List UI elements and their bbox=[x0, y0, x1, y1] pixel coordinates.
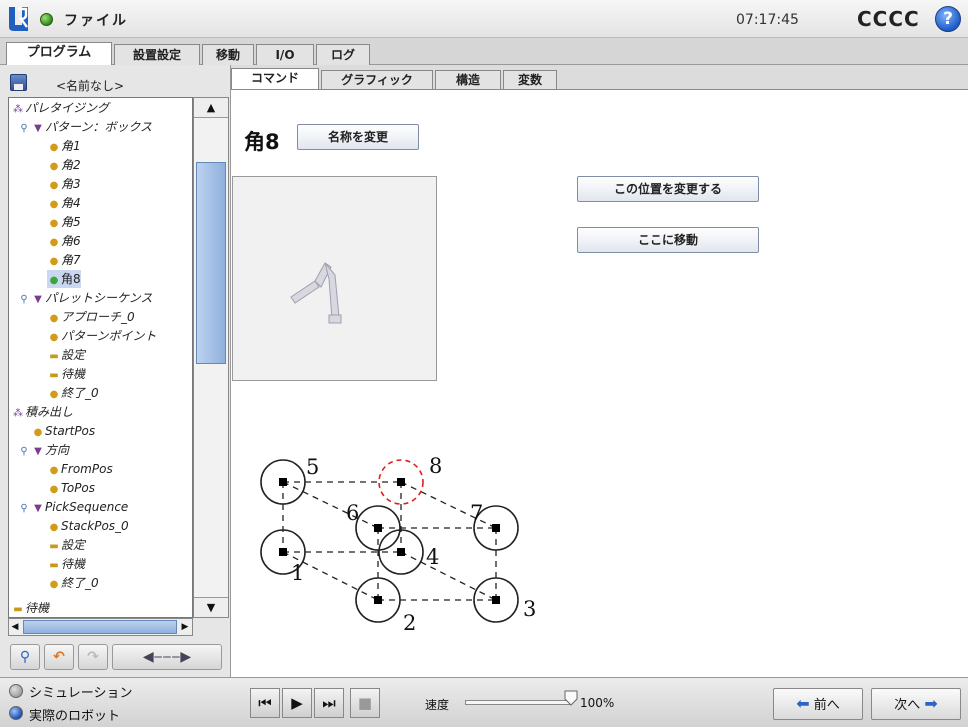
scroll-down-icon[interactable]: ▼ bbox=[194, 597, 228, 617]
tree-node[interactable]: ⚲ ▼ パレットシーケンス bbox=[17, 289, 152, 307]
tab-graphics[interactable]: グラフィック bbox=[321, 70, 433, 89]
tree-node[interactable]: ▬ 設定 bbox=[47, 346, 85, 364]
simulation-label: シミュレーション bbox=[29, 686, 133, 701]
tab-io[interactable]: I/O bbox=[256, 44, 314, 65]
tree-node[interactable]: ● ToPos bbox=[47, 479, 95, 497]
undo-icon[interactable]: ↶ bbox=[44, 644, 74, 670]
corner-label: 2 bbox=[403, 611, 416, 632]
tree-node[interactable]: ▬ 待機 bbox=[47, 555, 85, 573]
program-tree: ⁂ パレタイジング ⚲ ▼ パターン：ボックス ● 角1 ● 角2 ● 角3 ● 角4 ● 角5… bbox=[8, 97, 193, 618]
scroll-up-icon[interactable]: ▲ bbox=[194, 98, 228, 118]
bottom-bar: シミュレーション 実際のロボット ⏮ ▶ ⏭ ■ 速度 100% ⬅ 前へ 次へ… bbox=[0, 677, 968, 727]
program-header: <名前なし> bbox=[4, 71, 226, 95]
corner-label: 5 bbox=[306, 455, 319, 479]
save-icon[interactable] bbox=[10, 74, 27, 91]
corner-label: 1 bbox=[291, 561, 304, 585]
tree-node[interactable]: ● 角6 bbox=[47, 232, 81, 250]
tree-node[interactable]: ● 終了_0 bbox=[47, 384, 99, 402]
rename-button[interactable]: 名称を変更 bbox=[297, 124, 419, 150]
tab-log[interactable]: ログ bbox=[316, 44, 370, 65]
tree-node[interactable]: ● 角2 bbox=[47, 156, 81, 174]
speed-slider-thumb[interactable] bbox=[563, 690, 579, 706]
search-icon[interactable]: ⚲ bbox=[10, 644, 40, 670]
tree-node[interactable]: ⚲ ▼ 方向 bbox=[17, 441, 69, 459]
command-panel: コマンド グラフィック 構造 変数 角8 名称を変更 この位置を変更する ここに… bbox=[231, 65, 968, 677]
simulation-radio[interactable] bbox=[9, 684, 23, 698]
scroll-right-icon[interactable]: ▶ bbox=[179, 619, 191, 635]
tree-node[interactable]: ▬ 待機 bbox=[47, 365, 85, 383]
speed-label: 速度 bbox=[425, 698, 450, 712]
tree-node[interactable]: ● StartPos bbox=[31, 422, 96, 440]
tree-node[interactable]: ● アプローチ_0 bbox=[47, 308, 135, 326]
tab-variables[interactable]: 変数 bbox=[503, 70, 557, 89]
corner-label: 8 bbox=[429, 454, 442, 478]
tree-node[interactable]: ⚲ ▼ パターン：ボックス bbox=[17, 118, 152, 136]
skip-to-start-icon[interactable]: ⏮ bbox=[250, 688, 280, 718]
program-name: <名前なし> bbox=[56, 79, 125, 93]
play-icon[interactable]: ▶ bbox=[282, 688, 312, 718]
corner-label: 3 bbox=[523, 597, 536, 621]
tree-node[interactable]: ● 角4 bbox=[47, 194, 81, 212]
tab-program[interactable]: プログラム bbox=[6, 42, 112, 66]
scroll-thumb[interactable] bbox=[23, 620, 177, 634]
tree-node[interactable]: ● 角1 bbox=[47, 137, 81, 155]
top-bar: ファイル 07:17:45 CCCC ? bbox=[0, 0, 968, 38]
program-tree-panel: <名前なし> ⁂ パレタイジング ⚲ ▼ パターン：ボックス ● 角1 ● 角2 ● 角3 … bbox=[0, 65, 231, 677]
tree-node[interactable]: ● FromPos bbox=[47, 460, 113, 478]
tree-node[interactable]: ● 角7 bbox=[47, 251, 81, 269]
tree-horizontal-scrollbar[interactable]: ◀ ▶ bbox=[8, 618, 193, 636]
arrow-right-icon: ➡ bbox=[924, 694, 938, 713]
help-icon[interactable]: ? bbox=[935, 6, 961, 32]
robot-3d-view[interactable] bbox=[232, 176, 437, 381]
tab-command[interactable]: コマンド bbox=[231, 68, 319, 90]
tree-node[interactable]: ● 角5 bbox=[47, 213, 81, 231]
ur-logo-icon bbox=[9, 7, 28, 31]
sub-tabs: コマンド グラフィック 構造 変数 bbox=[231, 65, 968, 90]
change-position-button[interactable]: この位置を変更する bbox=[577, 176, 759, 202]
tree-node[interactable]: ● StackPos_0 bbox=[47, 517, 129, 535]
clock: 07:17:45 bbox=[736, 12, 799, 28]
tab-installation[interactable]: 設置設定 bbox=[114, 44, 200, 65]
tab-structure[interactable]: 構造 bbox=[435, 70, 501, 89]
robot-name: CCCC bbox=[857, 7, 920, 31]
main-tabs: プログラム 設置設定 移動 I/O ログ bbox=[0, 38, 968, 66]
tree-node[interactable]: ⚲ ▼ PickSequence bbox=[17, 498, 128, 516]
real-robot-label: 実際のロボット bbox=[29, 709, 121, 724]
status-green-icon[interactable] bbox=[40, 13, 53, 26]
robot-arm-icon bbox=[290, 262, 342, 324]
pattern-diagram: 1 2 3 4 5 6 7 8 bbox=[260, 454, 536, 632]
scroll-left-icon[interactable]: ◀ bbox=[9, 619, 21, 635]
tree-node[interactable]: ● 角3 bbox=[47, 175, 81, 193]
stop-icon[interactable]: ■ bbox=[350, 688, 380, 718]
tree-node-selected[interactable]: ● 角8 bbox=[47, 270, 81, 288]
node-title: 角8 bbox=[244, 130, 280, 154]
tree-node[interactable]: ▬ 待機 bbox=[11, 599, 49, 617]
corner-label: 7 bbox=[470, 501, 483, 525]
tree-node[interactable]: ⁂ パレタイジング bbox=[11, 99, 109, 117]
file-menu[interactable]: ファイル bbox=[64, 10, 128, 30]
scroll-thumb[interactable] bbox=[196, 162, 226, 364]
arrow-left-icon: ⬅ bbox=[796, 694, 810, 713]
step-icon[interactable]: ⏭ bbox=[314, 688, 344, 718]
command-content: 角8 名称を変更 この位置を変更する ここに移動 1 2 3 4 5 6 7 8 bbox=[231, 89, 968, 677]
speed-slider[interactable] bbox=[465, 700, 570, 705]
next-button[interactable]: 次へ ➡ bbox=[871, 688, 961, 720]
previous-button[interactable]: ⬅ 前へ bbox=[773, 688, 863, 720]
tree-toolbar: ⚲ ↶ ↷ ◀‒‒‒▶ bbox=[4, 640, 228, 674]
redo-icon[interactable]: ↷ bbox=[78, 644, 108, 670]
move-here-button[interactable]: ここに移動 bbox=[577, 227, 759, 253]
tree-node[interactable]: ⁂ 積み出し bbox=[11, 403, 73, 421]
corner-label: 4 bbox=[426, 545, 439, 569]
speed-value: 100% bbox=[580, 696, 615, 710]
tree-node[interactable]: ● パターンポイント bbox=[47, 327, 157, 345]
tab-move[interactable]: 移動 bbox=[202, 44, 254, 65]
corner-label: 6 bbox=[346, 501, 359, 525]
move-node-icon[interactable]: ◀‒‒‒▶ bbox=[112, 644, 222, 670]
real-robot-radio[interactable] bbox=[9, 706, 23, 720]
tree-node[interactable]: ● 終了_0 bbox=[47, 574, 99, 592]
tree-vertical-scrollbar[interactable]: ▲ ▼ bbox=[193, 97, 229, 618]
tree-node[interactable]: ▬ 設定 bbox=[47, 536, 85, 554]
